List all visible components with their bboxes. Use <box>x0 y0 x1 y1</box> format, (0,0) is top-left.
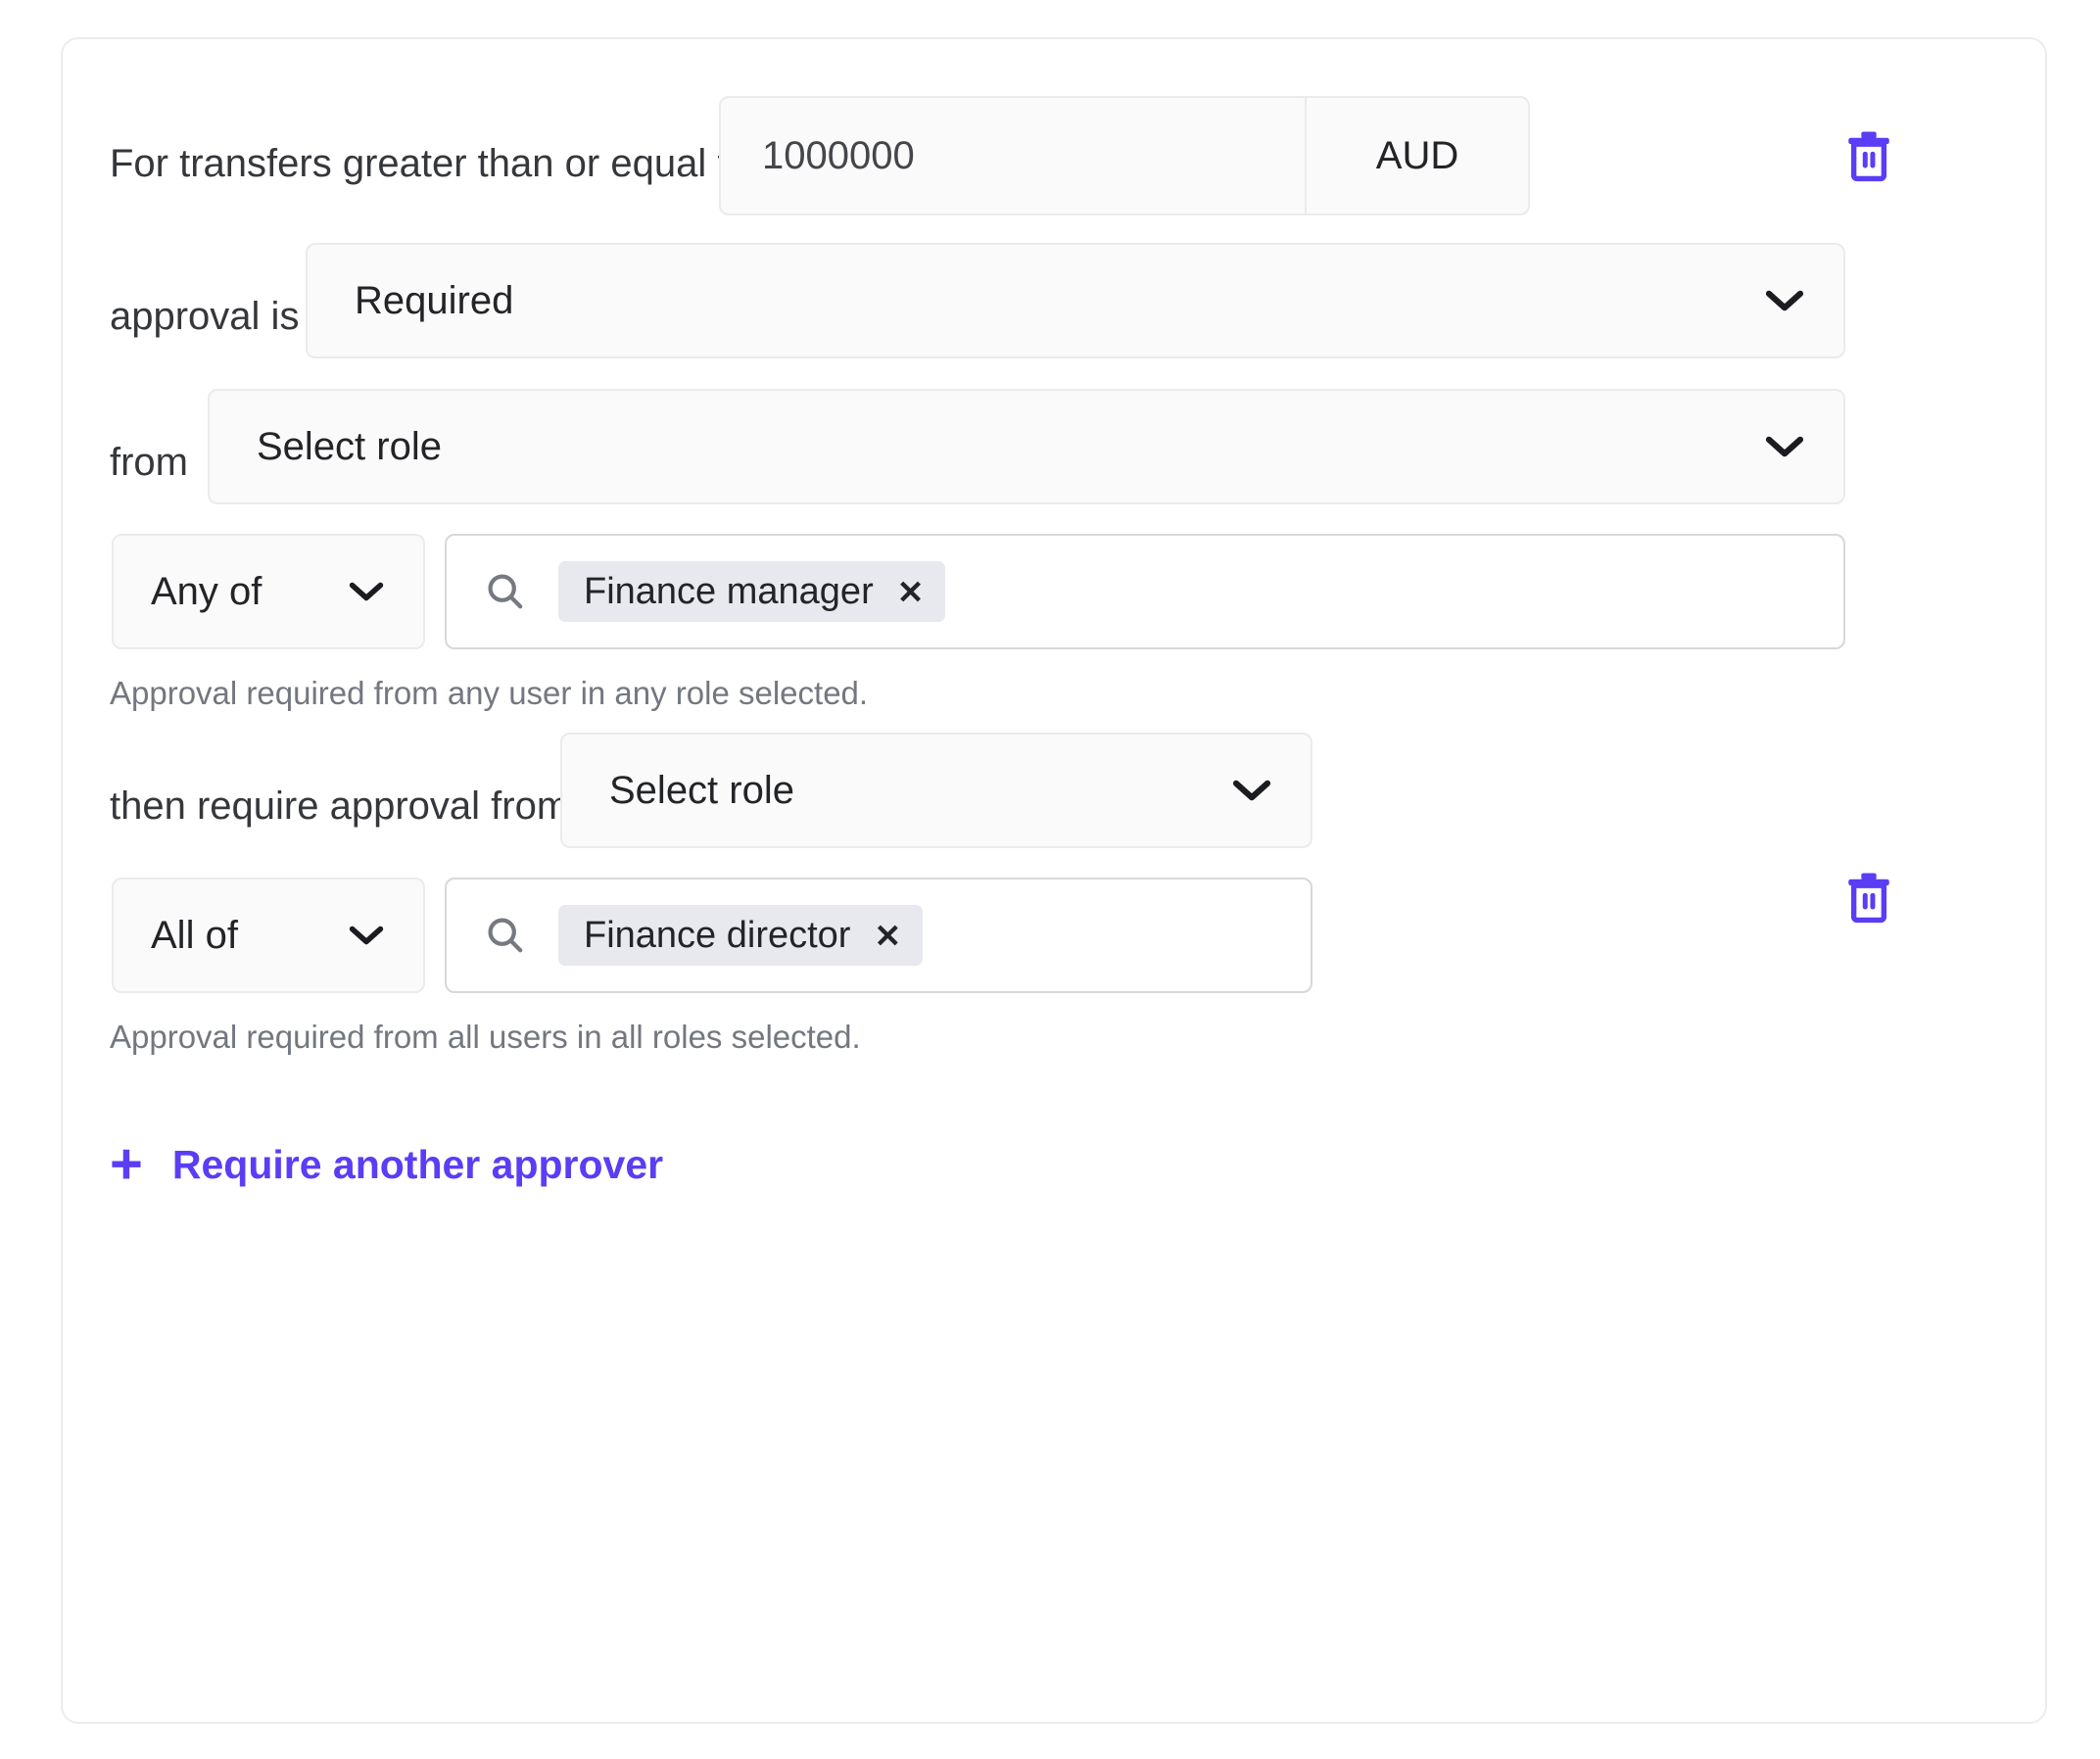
amount-currency-group: 1000000 AUD <box>719 96 1530 215</box>
approval-is-select[interactable]: Required <box>306 243 1845 358</box>
approver1-match-mode-value: Any of <box>151 570 262 613</box>
approver2-match-mode-value: All of <box>151 914 238 957</box>
chevron-down-icon <box>1765 435 1804 458</box>
from-role-value: Select role <box>257 425 442 468</box>
trash-icon <box>1848 873 1889 924</box>
threshold-label: For transfers greater than or equal to <box>110 142 750 185</box>
require-another-approver-label: Require another approver <box>171 1141 664 1187</box>
approval-is-value: Required <box>355 279 514 322</box>
from-label: from <box>110 441 188 484</box>
currency-value: AUD <box>1375 134 1459 177</box>
close-icon[interactable]: ✕ <box>874 920 901 952</box>
currency-select[interactable]: AUD <box>1305 96 1530 215</box>
trash-icon <box>1848 131 1889 182</box>
amount-input[interactable]: 1000000 <box>719 96 1307 215</box>
require-another-approver-button[interactable]: + Require another approver <box>110 1136 663 1193</box>
approver2-helper-text: Approval required from all users in all … <box>110 1019 861 1055</box>
then-require-label: then require approval from <box>110 784 570 828</box>
close-icon[interactable]: ✕ <box>897 576 925 608</box>
approver1-role-search[interactable]: Finance manager ✕ <box>445 534 1845 649</box>
delete-rule-button[interactable] <box>1838 125 1899 186</box>
approver1-match-mode-select[interactable]: Any of <box>112 534 425 649</box>
role-chip[interactable]: Finance director ✕ <box>558 905 924 966</box>
amount-value: 1000000 <box>762 134 915 177</box>
chevron-down-icon <box>349 925 384 946</box>
role-chip-label: Finance director <box>584 915 851 956</box>
approver2-role-search[interactable]: Finance director ✕ <box>445 878 1312 993</box>
approval-rule-card: For transfers greater than or equal to 1… <box>61 37 2047 1724</box>
approver1-helper-text: Approval required from any user in any r… <box>110 675 869 711</box>
then-role-value: Select role <box>609 769 794 812</box>
plus-icon: + <box>110 1132 143 1196</box>
approver2-match-mode-select[interactable]: All of <box>112 878 425 993</box>
then-role-select[interactable]: Select role <box>560 733 1312 848</box>
chevron-down-icon <box>349 581 384 602</box>
approval-is-label: approval is <box>110 295 300 338</box>
role-chip[interactable]: Finance manager ✕ <box>558 561 946 622</box>
role-chip-label: Finance manager <box>584 571 874 612</box>
search-icon <box>484 570 527 613</box>
delete-approver-button[interactable] <box>1838 867 1899 927</box>
chevron-down-icon <box>1232 779 1271 802</box>
chevron-down-icon <box>1765 289 1804 312</box>
from-role-select[interactable]: Select role <box>208 389 1845 504</box>
search-icon <box>484 914 527 957</box>
